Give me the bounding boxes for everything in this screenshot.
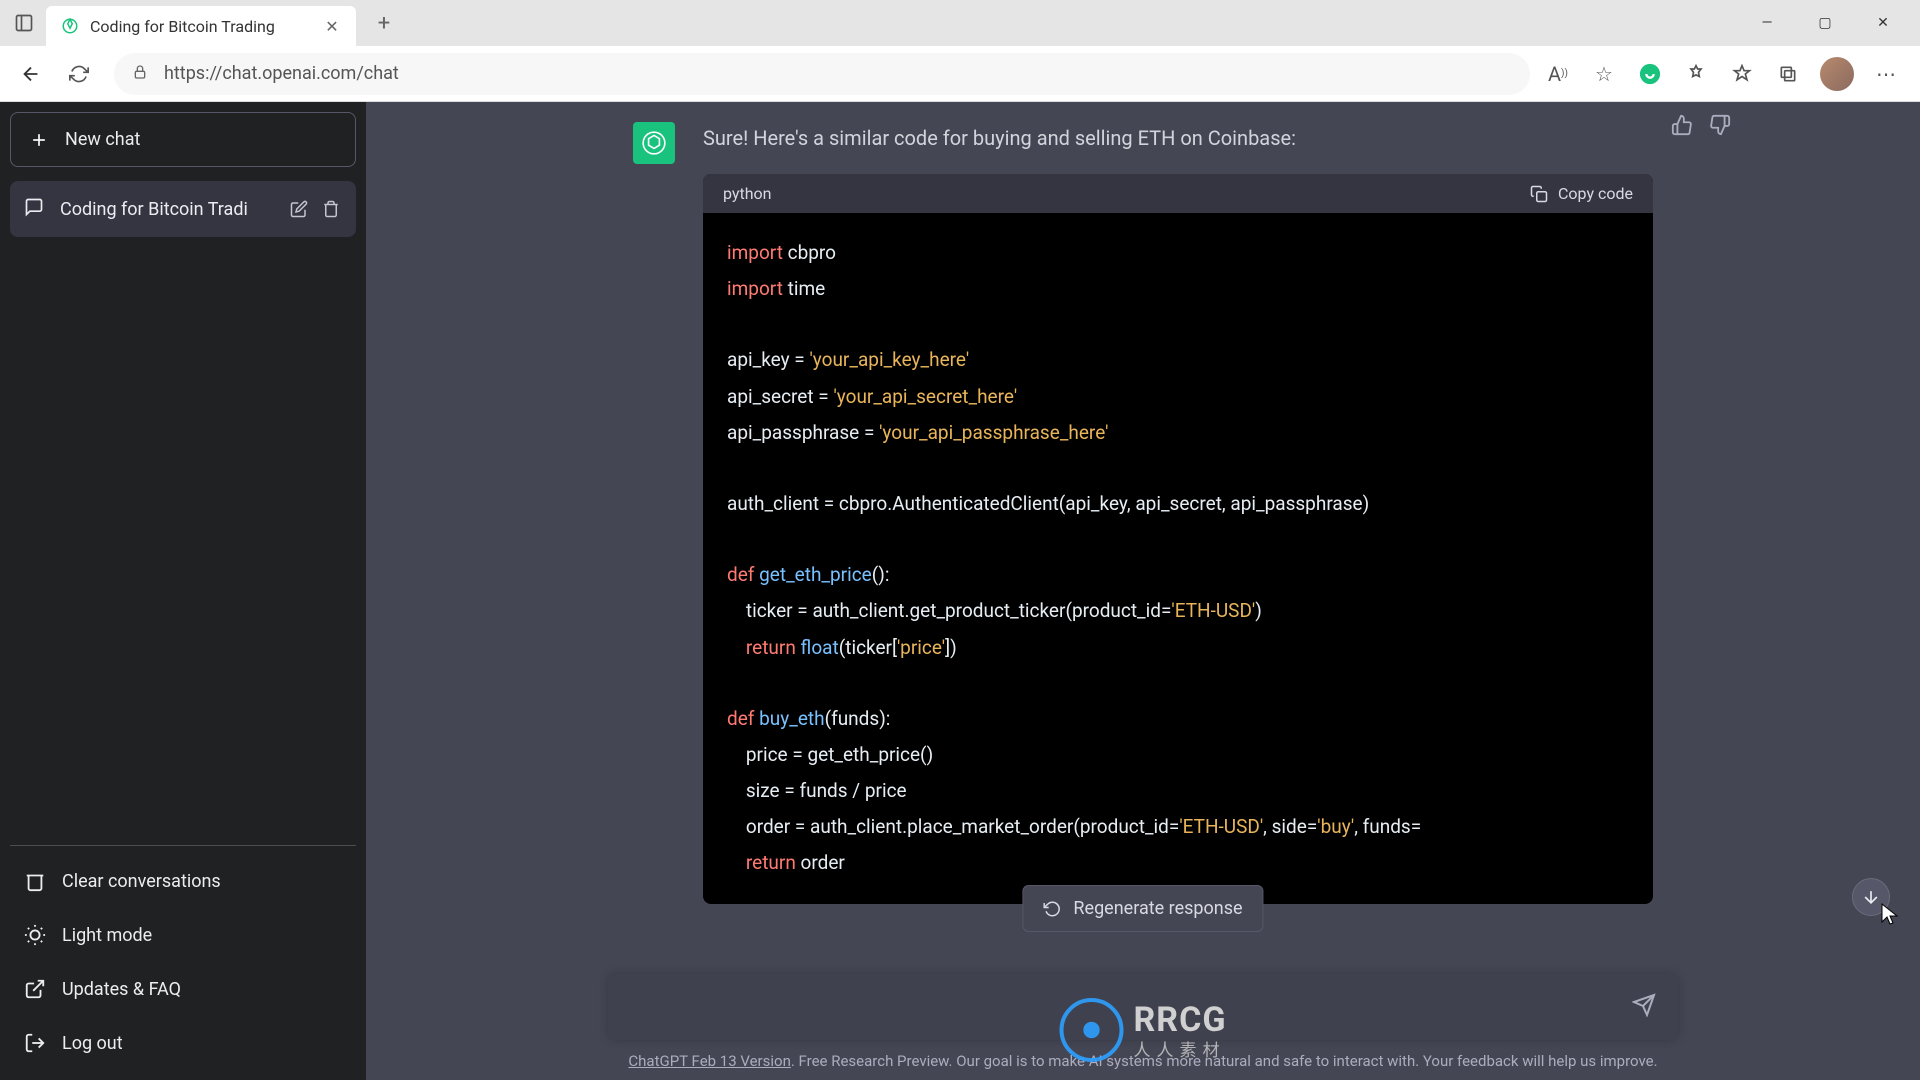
collections-icon[interactable] xyxy=(1774,60,1802,88)
toolbar-icons: A)) ☆ ⋯ xyxy=(1544,57,1910,91)
footer-rest: . Free Research Preview. Our goal is to … xyxy=(791,1052,1658,1070)
tab-sidebar-button[interactable] xyxy=(8,7,40,39)
url-text: https://chat.openai.com/chat xyxy=(164,63,399,84)
clipboard-icon xyxy=(1530,185,1548,203)
chat-icon xyxy=(24,197,46,221)
favorites-list-icon[interactable] xyxy=(1728,60,1756,88)
openai-icon xyxy=(641,130,667,156)
close-window-button[interactable]: ✕ xyxy=(1854,3,1912,43)
menu-icon[interactable]: ⋯ xyxy=(1872,60,1900,88)
chat-area: Sure! Here's a similar code for buying a… xyxy=(366,102,1920,1080)
send-button[interactable] xyxy=(1632,993,1660,1021)
read-aloud-icon[interactable]: A)) xyxy=(1544,60,1572,88)
arrow-down-icon xyxy=(1861,887,1881,907)
logout-button[interactable]: Log out xyxy=(10,1016,356,1070)
back-button[interactable] xyxy=(10,53,52,95)
browser-tab[interactable]: Coding for Bitcoin Trading ✕ xyxy=(46,6,356,46)
light-label: Light mode xyxy=(62,925,152,946)
assistant-message: Sure! Here's a similar code for buying a… xyxy=(623,102,1663,904)
thumbs-up-icon[interactable] xyxy=(1671,114,1695,138)
url-field[interactable]: https://chat.openai.com/chat xyxy=(114,53,1530,95)
extension-icon[interactable] xyxy=(1682,60,1710,88)
new-tab-button[interactable]: + xyxy=(368,7,400,39)
input-area xyxy=(608,974,1678,1040)
tab-bar: Coding for Bitcoin Trading ✕ + — ▢ ✕ xyxy=(0,0,1920,46)
light-mode-button[interactable]: Light mode xyxy=(10,908,356,962)
conversation-title: Coding for Bitcoin Tradi xyxy=(60,199,274,220)
chat-input[interactable] xyxy=(626,997,1632,1018)
logout-icon xyxy=(24,1032,46,1054)
footer-text: ChatGPT Feb 13 Version. Free Research Pr… xyxy=(366,1052,1920,1070)
tab-close-button[interactable]: ✕ xyxy=(322,16,342,36)
thumbs-down-icon[interactable] xyxy=(1709,114,1733,138)
sidebar-bottom: Clear conversations Light mode Updates &… xyxy=(10,845,356,1070)
assistant-avatar xyxy=(633,122,675,164)
window-controls: — ▢ ✕ xyxy=(1738,3,1912,43)
copy-code-label: Copy code xyxy=(1558,184,1633,203)
regenerate-label: Regenerate response xyxy=(1073,898,1242,919)
scroll-down-button[interactable] xyxy=(1852,878,1890,916)
updates-button[interactable]: Updates & FAQ xyxy=(10,962,356,1016)
logout-label: Log out xyxy=(62,1033,123,1054)
tab-title: Coding for Bitcoin Trading xyxy=(90,17,312,36)
code-header: python Copy code xyxy=(703,174,1653,213)
app: New chat Coding for Bitcoin Tradi xyxy=(0,102,1920,1080)
message-body: Sure! Here's a similar code for buying a… xyxy=(703,122,1663,904)
maximize-button[interactable]: ▢ xyxy=(1796,3,1854,43)
plus-icon xyxy=(29,130,49,150)
browser-chrome: Coding for Bitcoin Trading ✕ + — ▢ ✕ htt… xyxy=(0,0,1920,102)
external-link-icon xyxy=(24,978,46,1000)
delete-icon[interactable] xyxy=(320,198,342,220)
refresh-icon xyxy=(1043,900,1061,918)
conversations-list: Coding for Bitcoin Tradi xyxy=(10,181,356,845)
clear-conversations-button[interactable]: Clear conversations xyxy=(10,854,356,908)
sun-icon xyxy=(24,924,46,946)
message-actions xyxy=(1671,114,1733,138)
lock-icon xyxy=(132,64,152,84)
sidebar: New chat Coding for Bitcoin Tradi xyxy=(0,102,366,1080)
trash-icon xyxy=(24,870,46,892)
address-bar: https://chat.openai.com/chat A)) ☆ ⋯ xyxy=(0,46,1920,102)
profile-avatar[interactable] xyxy=(1820,57,1854,91)
conversation-item[interactable]: Coding for Bitcoin Tradi xyxy=(10,181,356,237)
new-chat-button[interactable]: New chat xyxy=(10,112,356,167)
message-text: Sure! Here's a similar code for buying a… xyxy=(703,122,1663,154)
refresh-button[interactable] xyxy=(58,53,100,95)
version-link[interactable]: ChatGPT Feb 13 Version xyxy=(628,1052,790,1070)
clear-label: Clear conversations xyxy=(62,871,221,892)
copy-code-button[interactable]: Copy code xyxy=(1530,184,1633,203)
grammarly-icon[interactable] xyxy=(1636,60,1664,88)
code-block: python Copy code import cbpro import tim… xyxy=(703,174,1653,904)
tab-favicon-icon xyxy=(60,16,80,36)
updates-label: Updates & FAQ xyxy=(62,979,181,1000)
code-language: python xyxy=(723,184,771,203)
main: Sure! Here's a similar code for buying a… xyxy=(366,102,1920,1080)
favorite-icon[interactable]: ☆ xyxy=(1590,60,1618,88)
send-icon xyxy=(1632,993,1656,1017)
conversation-actions xyxy=(288,198,342,220)
new-chat-label: New chat xyxy=(65,129,140,150)
minimize-button[interactable]: — xyxy=(1738,3,1796,43)
code-body: import cbpro import time api_key = 'your… xyxy=(703,213,1653,904)
regenerate-button[interactable]: Regenerate response xyxy=(1022,885,1263,932)
edit-icon[interactable] xyxy=(288,198,310,220)
chat-input-box[interactable] xyxy=(608,974,1678,1040)
